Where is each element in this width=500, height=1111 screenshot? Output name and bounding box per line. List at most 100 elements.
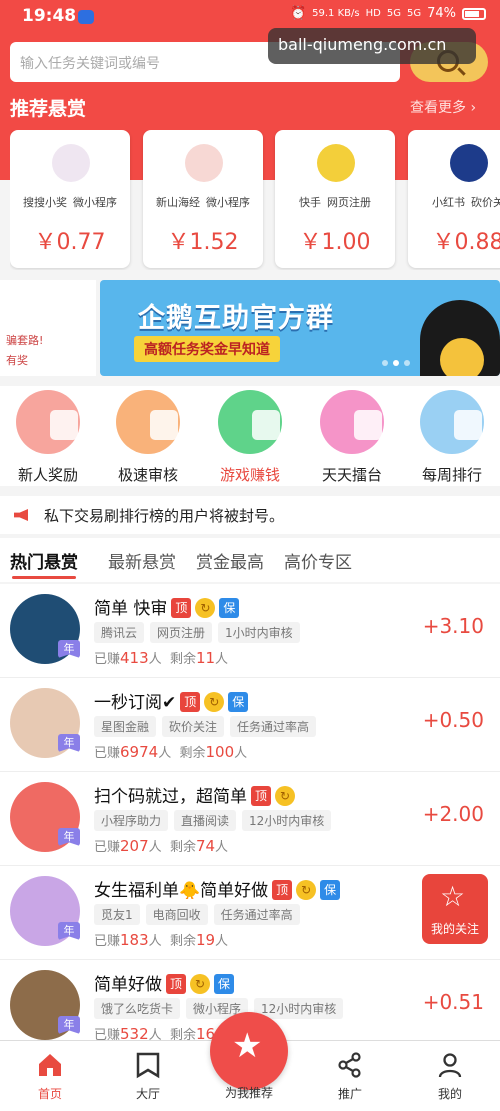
remaining-unit: 人 <box>215 934 229 949</box>
task-list: 年 简单 快审顶 ↻ 保 腾讯云 网页注册 1小时内审核 已赚413人 剩余11人 +3… <box>0 584 500 1040</box>
task-title-text: 简单好做 <box>94 975 162 995</box>
guarantee-badge: 保 <box>320 880 341 900</box>
nav-label: 推广 <box>337 1087 362 1101</box>
alarm-icon: ⏰ <box>289 6 307 21</box>
recommend-card[interactable]: 搜搜小奖 微小程序 ￥0.77 <box>10 130 130 268</box>
task-chips: 饿了么吃货卡 微小程序 12小时内审核 <box>94 998 349 1019</box>
carousel-dots <box>382 360 410 366</box>
top-badge: 顶 <box>272 880 293 900</box>
document-icon-glyph <box>150 410 178 440</box>
my-follow-button[interactable]: ☆ 我的关注 <box>422 874 488 944</box>
coin-icon <box>440 338 484 376</box>
card-tag: 快手 <box>299 196 321 209</box>
notice-text: 私下交易刷排行榜的用户将被封号。 <box>44 507 285 525</box>
category-fast-review[interactable]: 极速审核 <box>100 386 200 486</box>
task-chip: 1小时内审核 <box>218 622 300 643</box>
task-title: 扫个码就过，超简单顶 ↻ <box>94 782 295 807</box>
tab-highest-reward[interactable]: 赏金最高 <box>196 548 264 573</box>
refresh-icon: ↻ <box>296 880 317 900</box>
nav-mine[interactable]: 我的 <box>400 1041 500 1111</box>
card-tag: 搜搜小奖 <box>23 196 67 209</box>
refresh-icon: ↻ <box>275 786 295 806</box>
task-chip: 腾讯云 <box>94 622 145 643</box>
nav-label: 大厅 <box>135 1087 160 1101</box>
task-title-text: 扫个码就过，超简单 <box>94 787 247 807</box>
signal-2: 5G <box>406 8 422 19</box>
recommend-card[interactable]: 新山海经 微小程序 ￥1.52 <box>143 130 263 268</box>
card-price: ￥1.52 <box>167 230 239 255</box>
remaining-label: 剩余 <box>179 746 206 761</box>
task-chips: 腾讯云 网页注册 1小时内审核 <box>94 622 306 643</box>
refresh-icon: ↻ <box>190 974 210 994</box>
tab-high-price[interactable]: 高价专区 <box>284 548 352 573</box>
recommend-card[interactable]: 快手 网页注册 ￥1.00 <box>275 130 395 268</box>
category-arena[interactable]: 天天擂台 <box>304 386 404 486</box>
recommend-card[interactable]: 小红书 砍价关 ￥0.88 <box>408 130 500 268</box>
earned-unit: 人 <box>148 934 162 949</box>
bar-chart-icon <box>420 390 484 454</box>
remaining-label: 剩余 <box>169 652 196 667</box>
nav-home[interactable]: 首页 <box>0 1041 100 1111</box>
task-row[interactable]: 年 一秒订阅✔ 顶 ↻ 保 星图金融 砍价关注 任务通过率高 已赚6974人 剩余100人… <box>0 678 500 772</box>
home-indicator <box>0 1106 500 1111</box>
promo-banner[interactable]: 企鹅互助官方群 高额任务奖金早知道 <box>100 280 500 376</box>
remaining-count: 11 <box>195 649 216 667</box>
task-chip: 饿了么吃货卡 <box>94 998 181 1019</box>
top-badge: 顶 <box>166 974 186 994</box>
guarantee-badge: 保 <box>228 692 249 712</box>
card-tags: 快手 网页注册 <box>275 194 395 210</box>
task-title-text: 女生福利单🐥简单好做 <box>94 881 269 901</box>
earned-label: 已赚 <box>94 1028 121 1040</box>
recommend-for-me-button[interactable]: ★ <box>210 1012 288 1090</box>
card-price: ￥0.88 <box>432 230 500 255</box>
tab-latest[interactable]: 最新悬赏 <box>108 548 176 573</box>
category-weekly-rank[interactable]: 每周排行 <box>404 386 500 486</box>
bar-chart-icon-glyph <box>454 410 482 440</box>
year-badge: 年 <box>58 640 80 658</box>
document-icon <box>116 390 180 454</box>
card-tag: 微小程序 <box>73 196 117 209</box>
category-label: 游戏赚钱 <box>219 466 280 484</box>
task-row[interactable]: 年 扫个码就过，超简单顶 ↻ 小程序助力 直播阅读 12小时内审核 已赚207人 剩余… <box>0 772 500 866</box>
gamepad-icon-glyph <box>252 410 280 440</box>
category-newbie-reward[interactable]: 新人奖励 <box>0 386 100 486</box>
banner-prev-slide[interactable]: 骗套路! 有奖 <box>0 280 96 376</box>
remaining-count: 100 <box>205 743 235 761</box>
recommend-cards: 搜搜小奖 微小程序 ￥0.77 新山海经 微小程序 ￥1.52 快手 网页注册 ￥1.… <box>10 130 500 270</box>
category-game-earn[interactable]: 游戏赚钱 <box>202 386 302 486</box>
task-meta: 已赚183人 剩余19人 <box>94 930 228 949</box>
star-flag-icon <box>320 390 384 454</box>
earned-unit: 人 <box>148 652 162 667</box>
top-badge: 顶 <box>171 598 192 618</box>
card-tag: 小红书 <box>432 196 465 209</box>
task-title-text: 简单 快审 <box>94 599 168 619</box>
home-icon <box>39 1054 61 1076</box>
nav-hall[interactable]: 大厅 <box>98 1041 198 1111</box>
task-logo <box>317 144 355 182</box>
task-chip: 网页注册 <box>150 622 213 643</box>
recommend-title: 推荐悬赏 <box>10 98 87 120</box>
task-chips: 星图金融 砍价关注 任务通过率高 <box>94 716 322 737</box>
signal-1: 5G <box>386 8 401 19</box>
task-reward: +0.50 <box>422 708 484 732</box>
earned-unit: 人 <box>148 1028 162 1040</box>
hall-icon <box>136 1052 160 1079</box>
nav-promote[interactable]: 推广 <box>300 1041 400 1111</box>
year-badge: 年 <box>58 922 80 940</box>
remaining-label: 剩余 <box>169 1028 196 1040</box>
task-chip: 觅友1 <box>94 904 140 925</box>
banner-prev-text: 有奖 <box>6 354 28 367</box>
notice-bar[interactable]: 私下交易刷排行榜的用户将被封号。 <box>0 496 500 534</box>
task-row[interactable]: 年 简单 快审顶 ↻ 保 腾讯云 网页注册 1小时内审核 已赚413人 剩余11人 +3… <box>0 584 500 678</box>
task-logo <box>450 144 488 182</box>
guarantee-badge: 保 <box>214 974 234 994</box>
earned-count: 6974 <box>120 743 159 761</box>
tab-hot[interactable]: 热门悬赏 <box>10 548 78 573</box>
task-chips: 觅友1 电商回收 任务通过率高 <box>94 904 306 925</box>
star-icon: ★ <box>232 1026 263 1066</box>
battery-icon <box>462 7 486 20</box>
nav-label: 我的 <box>437 1087 462 1101</box>
recommend-more-link[interactable]: 查看更多 › <box>410 97 476 117</box>
app-notification-icon <box>78 10 94 24</box>
banner-prev-text: 骗套路! <box>6 334 44 347</box>
